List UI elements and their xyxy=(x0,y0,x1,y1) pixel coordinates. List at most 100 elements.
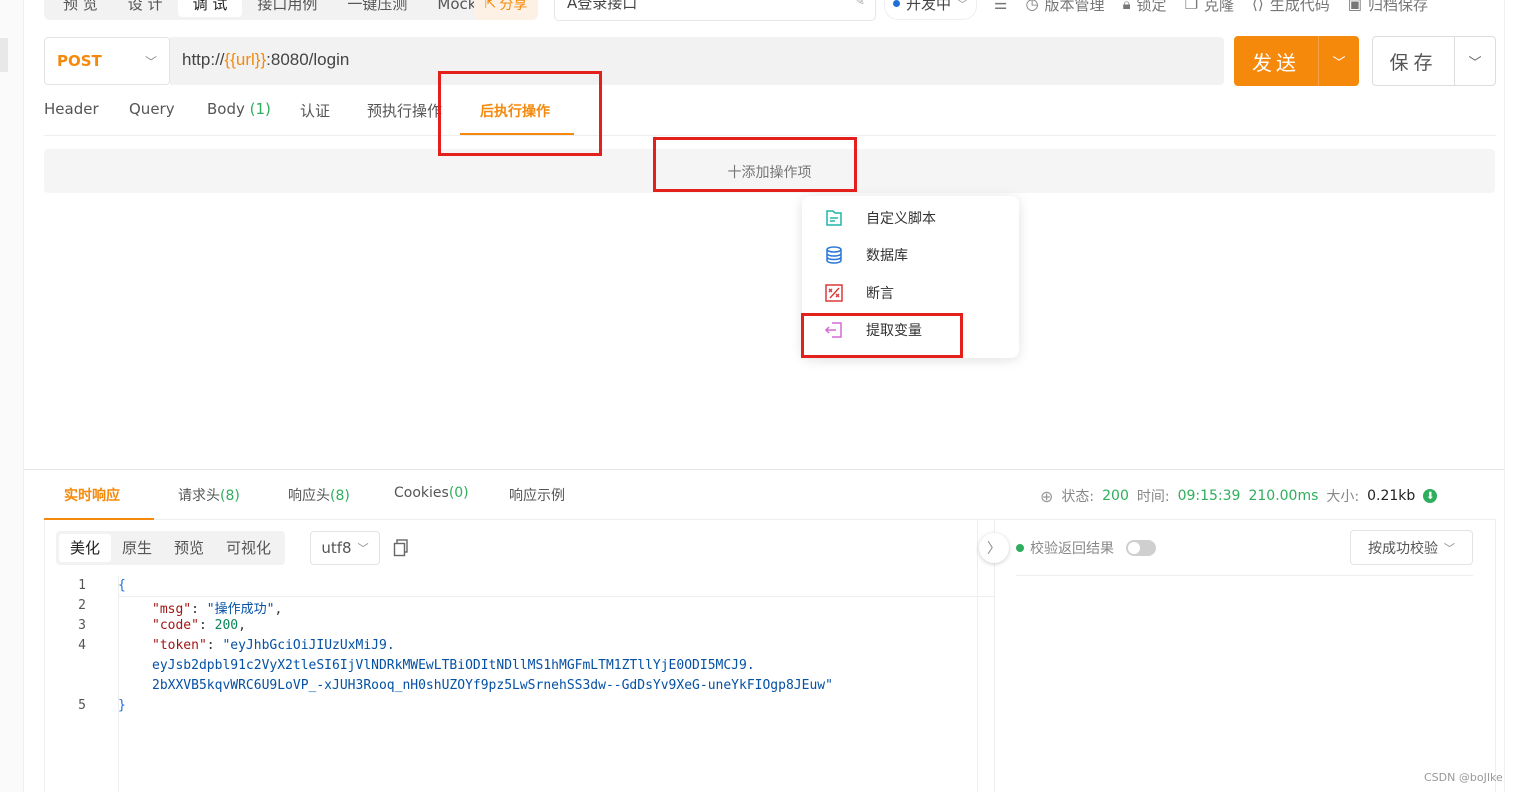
json-key: "code" xyxy=(152,618,199,633)
tab-body[interactable]: Body (1) xyxy=(207,100,271,118)
code-current-line-border xyxy=(118,596,994,597)
encoding-select[interactable]: utf8 ﹀ xyxy=(310,531,380,565)
validate-status-dot xyxy=(1016,544,1024,552)
chevron-down-icon: ﹀ xyxy=(144,54,157,69)
tab-request-headers[interactable]: 请求头(8) xyxy=(178,485,240,505)
menu-item-database[interactable]: 数据库 xyxy=(802,237,1019,273)
tab-header[interactable]: Header xyxy=(44,100,99,118)
tab-body-label: Body xyxy=(207,100,245,118)
tab-body-count: (1) xyxy=(249,100,271,118)
validate-label: 校验返回结果 xyxy=(1030,541,1114,557)
status-value: 200 xyxy=(1102,488,1129,504)
script-icon xyxy=(826,210,842,226)
tab-response-headers[interactable]: 响应头(8) xyxy=(288,485,350,505)
chevron-down-icon: ﹀ xyxy=(357,542,369,555)
clone-icon: ❐ xyxy=(1184,0,1199,13)
gen-code-button[interactable]: ⟨⟩ 生成代码 xyxy=(1252,0,1330,15)
url-variable: {{url}} xyxy=(224,50,267,69)
code-icon: ⟨⟩ xyxy=(1252,0,1264,13)
json-brace: } xyxy=(118,698,126,713)
url-prefix: http:// xyxy=(182,50,225,69)
tab-cookies[interactable]: Cookies(0) xyxy=(394,485,469,501)
method-value: POST xyxy=(57,52,102,70)
chevron-right-icon[interactable]: 〉 xyxy=(979,533,1009,563)
status-label: 状态: xyxy=(1061,489,1095,505)
tab-response-headers-label: 响应头 xyxy=(288,488,330,504)
mode-tabs: 预 览 设 计 调 试 接口用例 一键压测 Mock xyxy=(44,0,496,20)
send-button-group: 发送 ﹀ xyxy=(1234,36,1359,86)
tab-response-example[interactable]: 响应示例 xyxy=(509,485,565,505)
env-selector[interactable]: 开发中 ﹀ xyxy=(884,0,978,20)
download-icon[interactable]: ⬇ xyxy=(1423,489,1438,503)
save-button[interactable]: 保存 xyxy=(1373,37,1455,85)
highlight-box-add-operation xyxy=(653,137,857,192)
edit-icon: ✎ xyxy=(854,0,865,9)
tab-design[interactable]: 设 计 xyxy=(113,0,178,17)
line-number: 5 xyxy=(78,698,86,713)
tab-test-cases[interactable]: 接口用例 xyxy=(242,0,332,17)
chevron-down-icon: ﹀ xyxy=(957,0,969,11)
json-string: eyJsb2dpbl91c2VyX2tleSI6IjVlNDRkMWEwLTBi… xyxy=(152,658,755,673)
json-string: 2bXXVB5kqvWRC6U9LoVP_-xJUH3Rooq_nH0shUZO… xyxy=(152,678,833,693)
tab-live-response[interactable]: 实时响应 xyxy=(64,485,120,505)
archive-icon: ▣ xyxy=(1347,0,1362,13)
menu-item-custom-script[interactable]: 自定义脚本 xyxy=(802,200,1019,236)
save-options-chevron-icon[interactable]: ﹀ xyxy=(1455,37,1495,85)
api-name-text: A登录接口 xyxy=(567,0,638,12)
globe-icon: ⊕ xyxy=(1040,486,1054,506)
clone-button[interactable]: ❐ 克隆 xyxy=(1185,0,1234,15)
send-button[interactable]: 发送 xyxy=(1234,36,1319,86)
clock-icon: ◷ xyxy=(1025,0,1039,13)
archive-button[interactable]: ▣ 归档保存 xyxy=(1348,0,1428,15)
code-line: "code": 200, xyxy=(152,618,246,633)
duration-value: 210.00ms xyxy=(1248,488,1319,504)
validate-row: 校验返回结果 xyxy=(1016,537,1156,559)
sidebar-active-marker xyxy=(0,38,8,72)
copy-icon[interactable] xyxy=(393,539,409,557)
share-button[interactable]: ⇱ 分享 xyxy=(474,0,538,20)
tab-query[interactable]: Query xyxy=(129,100,175,118)
vertical-scrollbar[interactable] xyxy=(1504,0,1514,792)
code-line-wrap: eyJsb2dpbl91c2VyX2tleSI6IjVlNDRkMWEwLTBi… xyxy=(152,658,755,673)
env-status-dot xyxy=(893,0,900,7)
validation-mode-select[interactable]: 按成功校验 ﹀ xyxy=(1350,530,1473,565)
url-suffix: :8080/login xyxy=(266,50,350,69)
line-number: 2 xyxy=(78,598,86,613)
tab-preview[interactable]: 预 览 xyxy=(48,0,113,17)
line-number: 3 xyxy=(78,618,86,633)
lock-icon: 🔒︎ xyxy=(1122,0,1131,13)
list-icon[interactable]: ☰ xyxy=(994,0,1007,13)
watermark: CSDN @boJIke xyxy=(1424,771,1503,784)
database-icon xyxy=(826,246,842,264)
tab-load-test[interactable]: 一键压测 xyxy=(332,0,422,17)
menu-item-assertion[interactable]: 断言 xyxy=(802,275,1019,311)
highlight-box-extract-variable xyxy=(801,313,963,358)
send-options-chevron-icon[interactable]: ﹀ xyxy=(1319,36,1359,86)
json-number: 200 xyxy=(214,618,239,633)
method-select[interactable]: POST ﹀ xyxy=(44,37,170,85)
time-value: 09:15:39 xyxy=(1177,488,1241,504)
tab-auth[interactable]: 认证 xyxy=(300,100,330,121)
menu-item-custom-script-label: 自定义脚本 xyxy=(866,211,936,227)
save-button-group: 保存 ﹀ xyxy=(1372,36,1496,86)
code-gutter-divider xyxy=(118,576,119,792)
request-tabs: Header Query Body (1) 认证 预执行操作 后执行操作 xyxy=(44,96,1496,136)
lock-button[interactable]: 🔒︎ 锁定 xyxy=(1123,0,1167,15)
url-input[interactable]: http://{{url}}:8080/login xyxy=(170,37,1224,85)
size-value: 0.21kb xyxy=(1367,488,1416,504)
top-actions: ☰ ◷ 版本管理 🔒︎ 锁定 ❐ 克隆 ⟨⟩ 生成代码 ▣ 归档保存 xyxy=(994,0,1428,20)
version-label: 版本管理 xyxy=(1044,0,1105,14)
tab-debug[interactable]: 调 试 xyxy=(177,0,243,17)
response-status-line: ⊕ 状态: 200 时间: 09:15:39 210.00ms 大小: 0.21… xyxy=(1040,485,1438,507)
code-line: "msg": "操作成功", xyxy=(152,602,283,617)
tab-visualize[interactable]: 可视化 xyxy=(215,534,282,562)
tab-raw[interactable]: 原生 xyxy=(111,534,163,562)
tab-preview[interactable]: 预览 xyxy=(163,534,215,562)
validate-toggle[interactable] xyxy=(1126,540,1156,556)
api-name-field[interactable]: A登录接口 ✎ xyxy=(554,0,876,21)
encoding-value: utf8 xyxy=(321,539,352,557)
size-label: 大小: xyxy=(1326,489,1360,505)
tab-pre-ops[interactable]: 预执行操作 xyxy=(367,100,442,121)
version-button[interactable]: ◷ 版本管理 xyxy=(1025,0,1104,15)
tab-pretty[interactable]: 美化 xyxy=(59,534,112,562)
